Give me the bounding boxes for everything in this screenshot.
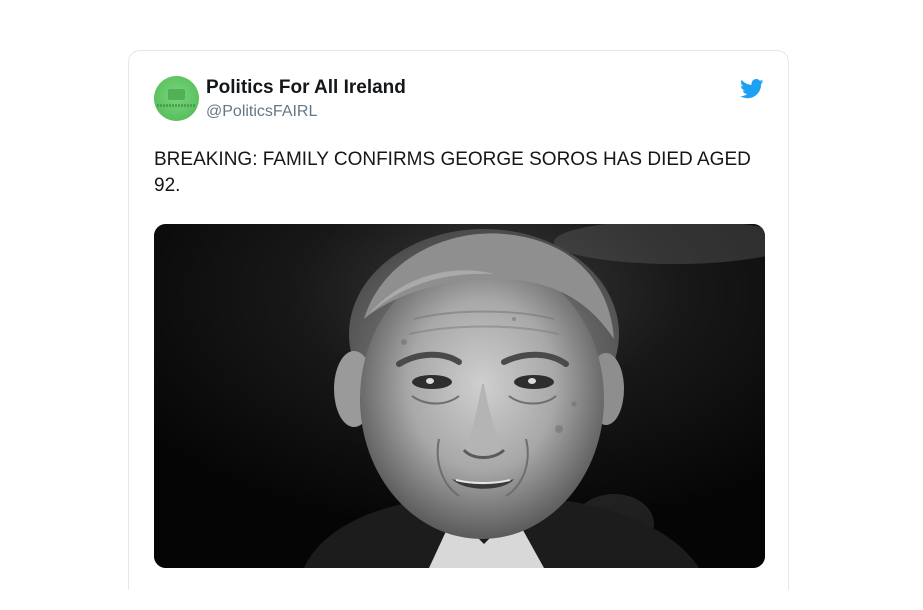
portrait-photo-art bbox=[154, 224, 765, 568]
author-display-name[interactable]: Politics For All Ireland bbox=[206, 77, 406, 99]
twitter-bird-icon[interactable] bbox=[740, 79, 764, 99]
author-handle[interactable]: @PoliticsFAIRL bbox=[206, 103, 317, 121]
tweet-photo[interactable] bbox=[154, 224, 765, 568]
avatar[interactable] bbox=[154, 76, 199, 121]
avatar-logo-mark bbox=[168, 89, 185, 100]
tweet-text: BREAKING: FAMILY CONFIRMS GEORGE SOROS H… bbox=[154, 149, 751, 196]
avatar-logo-text bbox=[157, 104, 196, 107]
tweet-card[interactable]: Politics For All Ireland @PoliticsFAIRL … bbox=[128, 50, 789, 590]
